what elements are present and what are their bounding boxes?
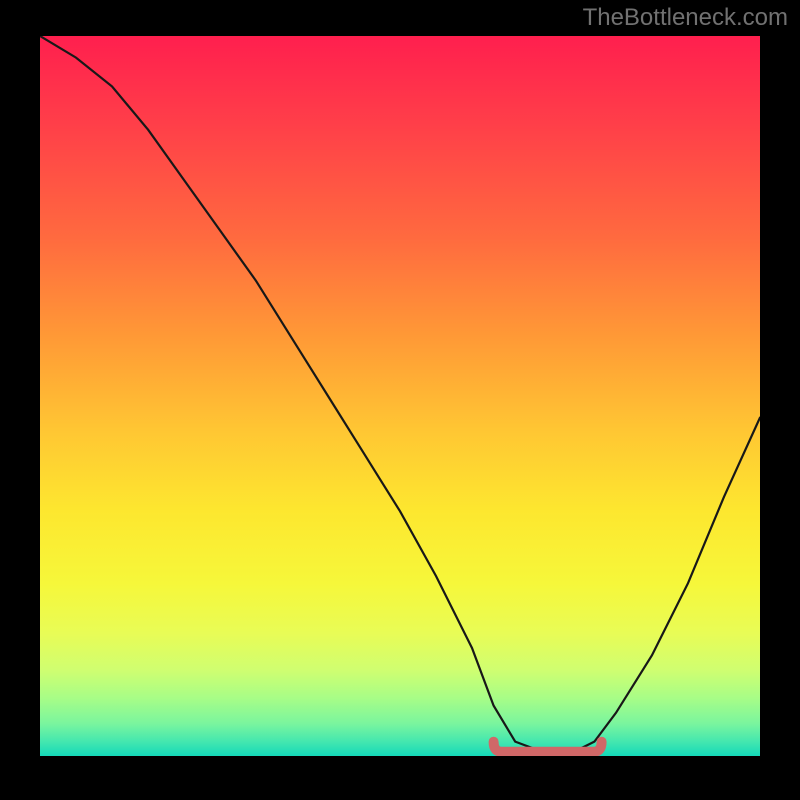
chart-container: TheBottleneck.com (0, 0, 800, 800)
watermark-text: TheBottleneck.com (583, 4, 788, 32)
plot-area (40, 36, 760, 756)
bottleneck-curve-line (40, 36, 760, 752)
optimal-range-marker (494, 742, 602, 752)
chart-svg (40, 36, 760, 756)
